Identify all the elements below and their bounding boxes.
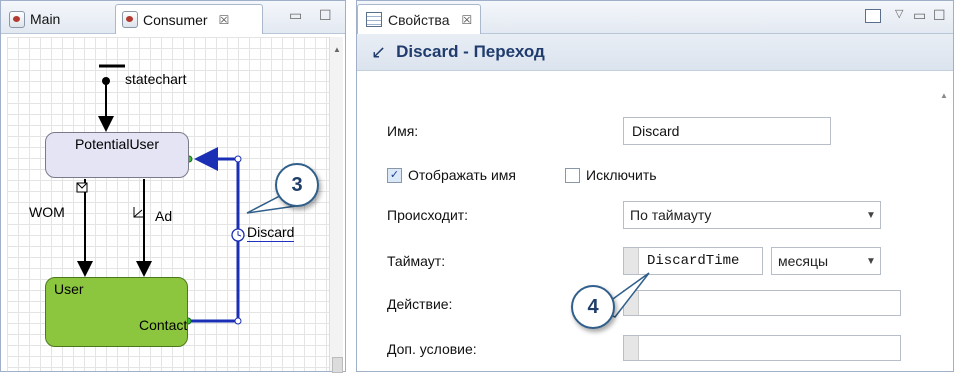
state-potential-user-label: PotentialUser [74,136,160,152]
callout-4: 4 [571,285,615,329]
tab-main[interactable]: Main [3,4,66,34]
ad-transition-label[interactable]: Ad [155,208,172,224]
tab-consumer-label: Consumer [143,11,208,28]
transition-icon: ↙ [371,41,387,62]
condition-label: Доп. условие: [387,341,477,357]
exclude-checkbox-row[interactable]: Исключить [565,167,657,183]
exclude-checkbox[interactable] [565,167,580,183]
properties-tab-bar: Свойства ☒ ▽ ▭ ☐ [357,1,953,34]
statechart-canvas[interactable]: statechart PotentialUser User WOM Ad Dis… [7,37,329,371]
vertical-scrollbar[interactable]: ▲ [329,37,343,373]
view-menu-icon[interactable]: ▽ [895,7,903,20]
scroll-thumb[interactable] [332,357,343,373]
minimize-icon[interactable]: ▭ [913,7,926,24]
discard-transition-label[interactable]: Discard [247,224,295,242]
contact-transition-label[interactable]: Contact [139,317,187,333]
discard-control-point[interactable] [234,317,242,325]
name-input[interactable]: Discard [623,117,831,145]
tab-main-label: Main [30,11,61,27]
chevron-down-icon[interactable]: ▼ [862,256,880,267]
scroll-up-icon[interactable]: ▲ [940,91,948,100]
action-label: Действие: [387,296,453,312]
exclude-label: Исключить [586,167,657,183]
state-user-label: User [54,281,84,297]
editor-tab-bar: Main Consumer ☒ ▭ ☐ [1,1,345,34]
state-potential-user[interactable]: PotentialUser [45,132,189,178]
chevron-down-icon[interactable]: ▼ [862,210,880,221]
show-name-checkbox[interactable]: ✓ [387,167,402,183]
occurs-select[interactable]: По таймауту ▼ [623,201,881,229]
discard-control-point[interactable] [234,155,242,163]
timeout-unit-value: месяцы [778,253,829,269]
agent-document-icon [9,10,25,28]
properties-header: ↙ Discard - Переход [357,34,953,71]
properties-title: Discard - Переход [396,42,545,61]
tab-properties[interactable]: Свойства ☒ [357,4,482,34]
tab-consumer[interactable]: Consumer ☒ [115,4,263,34]
timeout-label: Таймаут: [387,253,446,269]
properties-form: Имя: Discard ✓ Отображать имя Исключить … [363,73,935,371]
occurs-label: Происходит: [387,207,469,223]
scroll-up-icon[interactable]: ▲ [333,45,341,54]
callout-4-number: 4 [587,295,599,318]
name-label: Имя: [387,123,419,139]
diagram-editor-pane: Main Consumer ☒ ▭ ☐ statechart Potential… [0,0,346,373]
maximize-icon[interactable]: ☐ [319,7,332,24]
timeout-unit-select[interactable]: месяцы ▼ [771,247,881,275]
callout-3-number: 3 [291,173,303,196]
statechart-label: statechart [125,71,187,87]
code-field-marker [624,336,639,360]
state-user[interactable]: User [45,277,188,347]
close-icon[interactable]: ☒ [461,13,472,27]
wom-transition-label[interactable]: WOM [29,204,65,220]
timeout-input-value: DiscardTime [647,253,740,269]
close-icon[interactable]: ☒ [219,13,230,27]
agent-document-icon [122,11,138,28]
minimize-icon[interactable]: ▭ [289,7,302,24]
properties-scrollbar[interactable]: ▲ [935,73,953,371]
action-input[interactable] [623,290,901,316]
properties-pane: Свойства ☒ ▽ ▭ ☐ ↙ Discard - Переход Имя… [356,0,954,372]
condition-input[interactable] [623,335,901,361]
discard-transition-line[interactable] [188,147,240,323]
show-name-label: Отображать имя [408,167,516,183]
callout-3: 3 [275,163,319,207]
tab-properties-label: Свойства [388,11,450,28]
show-name-checkbox-row[interactable]: ✓ Отображать имя [387,167,516,183]
pin-view-icon[interactable] [865,9,881,23]
maximize-icon[interactable]: ☐ [933,7,946,24]
properties-icon [366,12,382,27]
occurs-select-value: По таймауту [630,207,712,223]
